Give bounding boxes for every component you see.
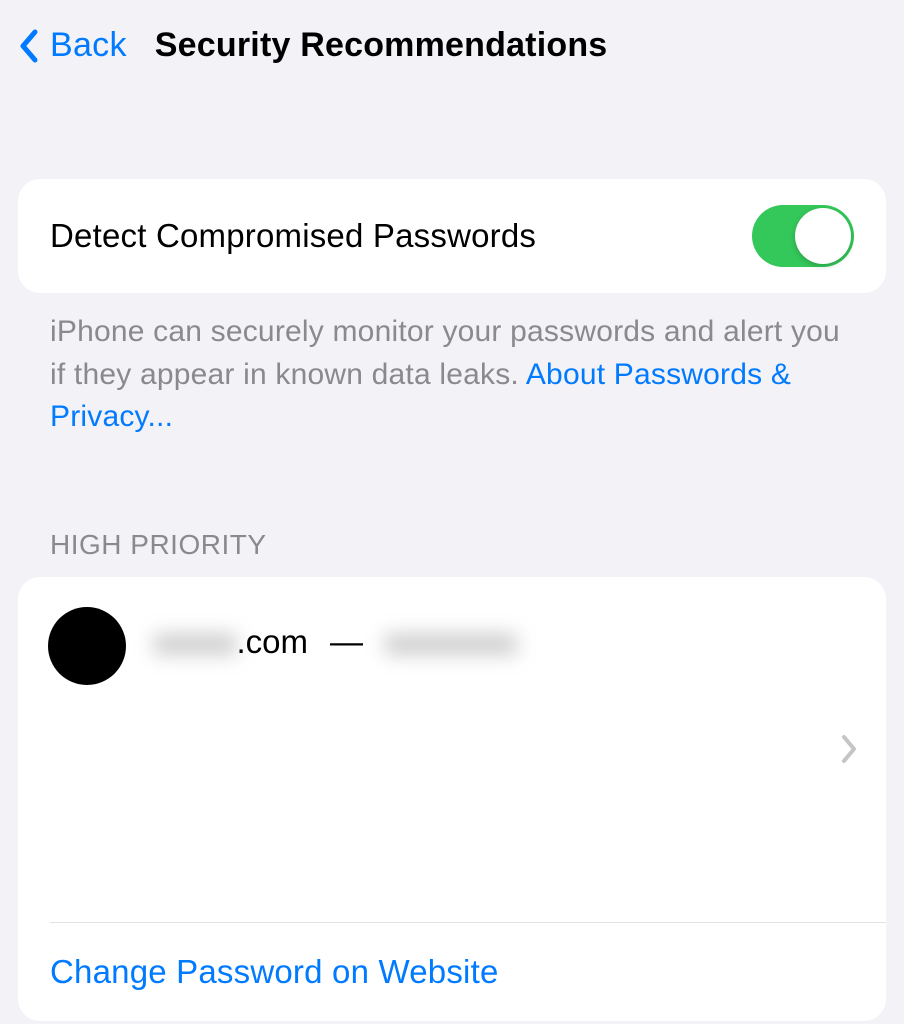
password-entry-row[interactable]: xxxxx.com — xxxxxxxx [18, 577, 886, 922]
high-priority-header: HIGH PRIORITY [18, 439, 886, 577]
domain-blurred: xxxxx [154, 623, 237, 661]
back-button[interactable]: Back [18, 26, 127, 65]
chevron-left-icon [18, 28, 40, 64]
password-entry-card: xxxxx.com — xxxxxxxx Change Password on … [18, 577, 886, 1021]
entry-title-line: xxxxx.com — xxxxxxxx [154, 623, 517, 661]
detect-footer-text: iPhone can securely monitor your passwor… [18, 293, 886, 439]
account-blurred: xxxxxxxx [385, 623, 517, 661]
detect-card: Detect Compromised Passwords [18, 179, 886, 293]
site-favicon [48, 607, 126, 685]
content-area: Detect Compromised Passwords iPhone can … [0, 93, 904, 1021]
chevron-right-icon [840, 734, 858, 764]
detect-compromised-label: Detect Compromised Passwords [50, 217, 752, 255]
page-title: Security Recommendations [155, 26, 608, 65]
detect-compromised-toggle[interactable] [752, 205, 854, 267]
change-password-button[interactable]: Change Password on Website [18, 923, 886, 1021]
toggle-knob [795, 208, 851, 264]
entry-separator: — [330, 623, 363, 661]
back-label: Back [50, 26, 127, 65]
detect-compromised-row: Detect Compromised Passwords [18, 179, 886, 293]
domain-suffix: .com [237, 623, 309, 661]
navigation-bar: Back Security Recommendations [0, 0, 904, 93]
